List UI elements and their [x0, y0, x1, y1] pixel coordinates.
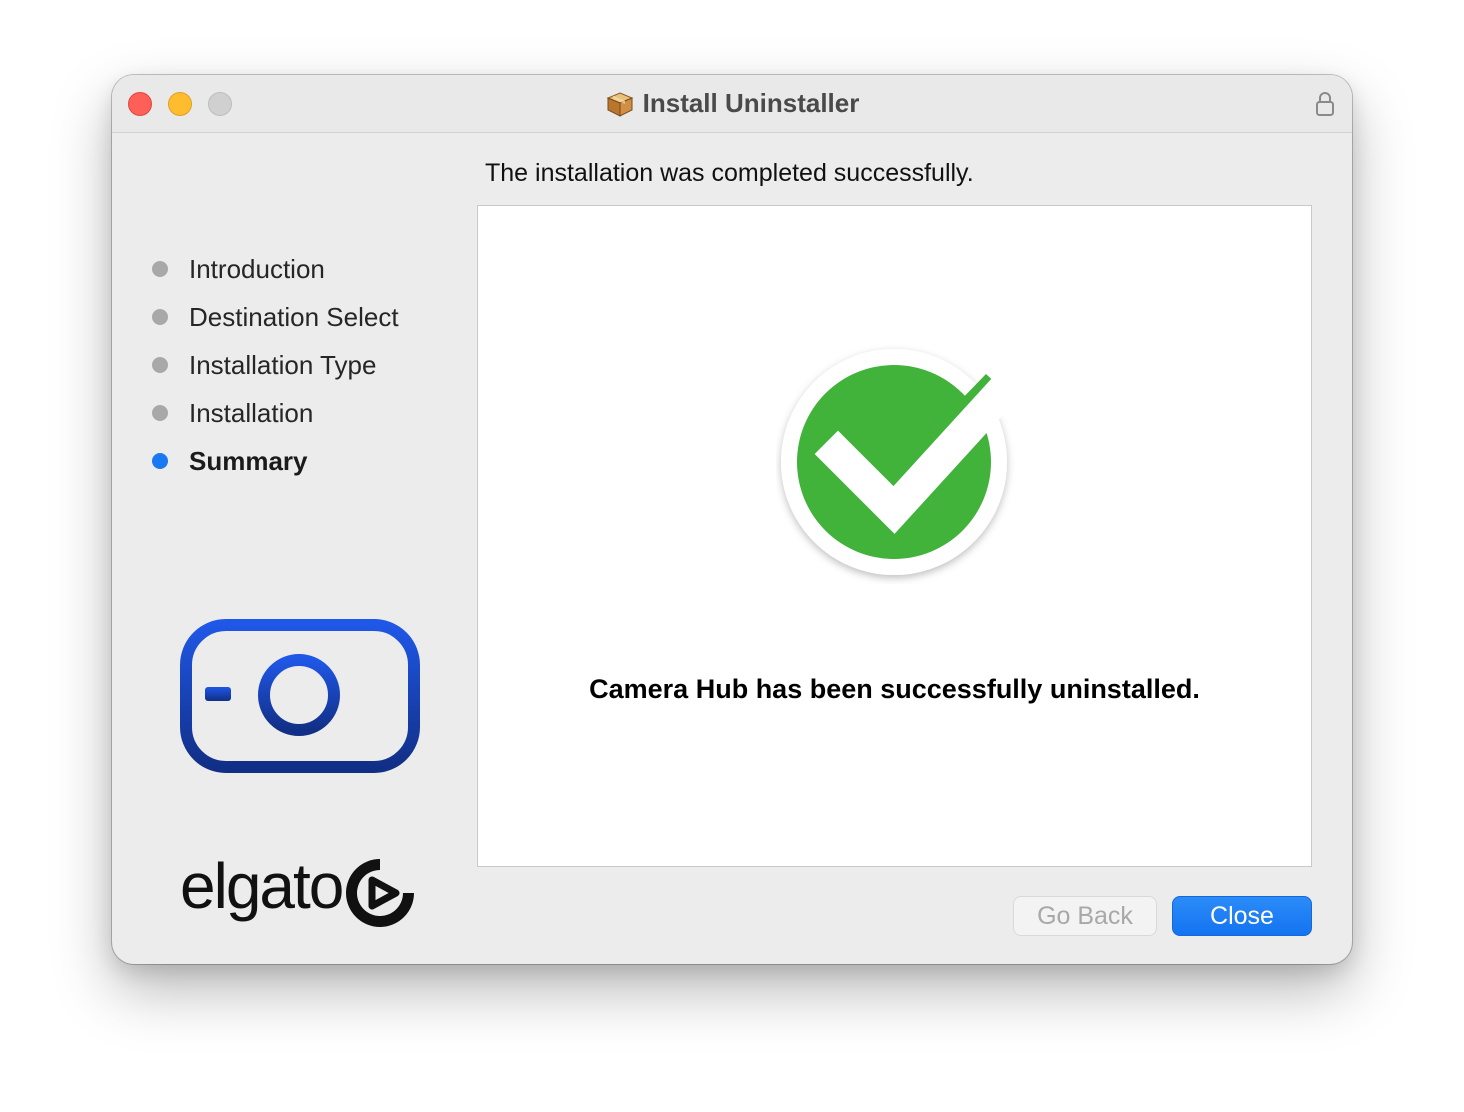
installer-steps: Introduction Destination Select Installa…	[152, 245, 399, 485]
elgato-mark-icon	[346, 859, 414, 927]
step-destination-select: Destination Select	[152, 293, 399, 341]
close-button[interactable]: Close	[1172, 896, 1312, 936]
step-installation-type: Installation Type	[152, 341, 399, 389]
step-bullet	[152, 357, 168, 373]
step-label: Installation Type	[189, 349, 377, 380]
step-label: Installation	[189, 397, 314, 428]
elgato-logo: elgato	[180, 845, 425, 937]
result-message: Camera Hub has been successfully uninsta…	[589, 674, 1200, 704]
step-label: Summary	[189, 445, 308, 476]
step-installation: Installation	[152, 389, 399, 437]
summary-panel: Camera Hub has been successfully uninsta…	[477, 205, 1312, 867]
step-bullet	[152, 405, 168, 421]
step-bullet	[152, 309, 168, 325]
page-heading: The installation was completed successfu…	[485, 159, 974, 187]
window-title-group: Install Uninstaller	[112, 75, 1352, 132]
step-summary: Summary	[152, 437, 399, 485]
package-icon	[606, 91, 633, 117]
window-title: Install Uninstaller	[642, 88, 860, 118]
step-label: Introduction	[189, 253, 325, 284]
lock-icon	[1316, 92, 1334, 116]
go-back-button[interactable]: Go Back	[1013, 896, 1157, 936]
installer-window: Install Uninstaller The installation was…	[112, 75, 1352, 964]
step-bullet-active	[152, 453, 168, 469]
elgato-wordmark: elgato	[180, 850, 344, 922]
step-bullet	[152, 261, 168, 277]
step-label: Destination Select	[189, 301, 399, 332]
camera-hub-logo-icon	[180, 619, 420, 773]
success-checkmark-icon	[781, 349, 1021, 575]
title-bar[interactable]: Install Uninstaller	[112, 75, 1352, 133]
step-introduction: Introduction	[152, 245, 399, 293]
